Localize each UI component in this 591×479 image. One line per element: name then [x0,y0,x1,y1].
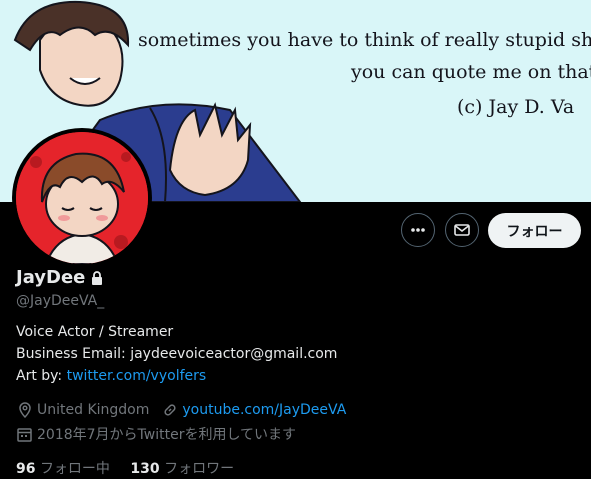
lock-icon [92,270,103,285]
follow-stats: 96 フォロー中 130 フォロワー [16,458,234,478]
bio-line-2: Business Email: jaydeevoiceactor@gmail.c… [16,346,338,362]
banner-quote-line1: sometimes you have to think of really st… [138,29,591,51]
profile-meta-row: United Kingdom youtube.com/JayDeeVA [16,401,346,418]
profile-name-row: JayDee [16,267,105,288]
joined-date: 2018年7月からTwitterを利用しています [37,427,297,443]
bio-line-3: Art by: twitter.com/vyolfers [16,368,206,384]
avatar-frame [12,128,152,268]
bio-art-link[interactable]: twitter.com/vyolfers [67,368,207,384]
avatar-illustration [16,132,148,264]
more-dots-icon [411,228,425,232]
joined-row: 2018年7月からTwitterを利用しています [16,424,296,444]
more-options-button[interactable] [401,213,435,247]
following-label: フォロー中 [39,461,110,477]
following-count: 96 [16,461,36,477]
location-pin-icon [16,401,33,418]
bio-line-1: Voice Actor / Streamer [16,324,174,340]
followers-label: フォロワー [164,461,235,477]
banner-signature: (c) Jay D. Va [457,96,575,118]
website-link[interactable]: youtube.com/JayDeeVA [182,402,346,418]
link-icon [161,401,178,418]
display-name: JayDee [16,267,86,288]
follow-button[interactable]: フォロー [488,213,581,248]
envelope-icon [454,224,470,236]
banner-quote-line2: you can quote me on that [351,61,591,83]
followers-count: 130 [130,461,160,477]
location-text: United Kingdom [37,401,150,418]
calendar-icon [16,426,33,443]
message-button[interactable] [445,213,479,247]
avatar[interactable] [16,132,148,264]
following-stat[interactable]: 96 フォロー中 [16,461,110,477]
followers-stat[interactable]: 130 フォロワー [130,461,234,477]
bio-art-prefix: Art by: [16,368,67,384]
user-handle: @JayDeeVA_ [16,293,105,309]
